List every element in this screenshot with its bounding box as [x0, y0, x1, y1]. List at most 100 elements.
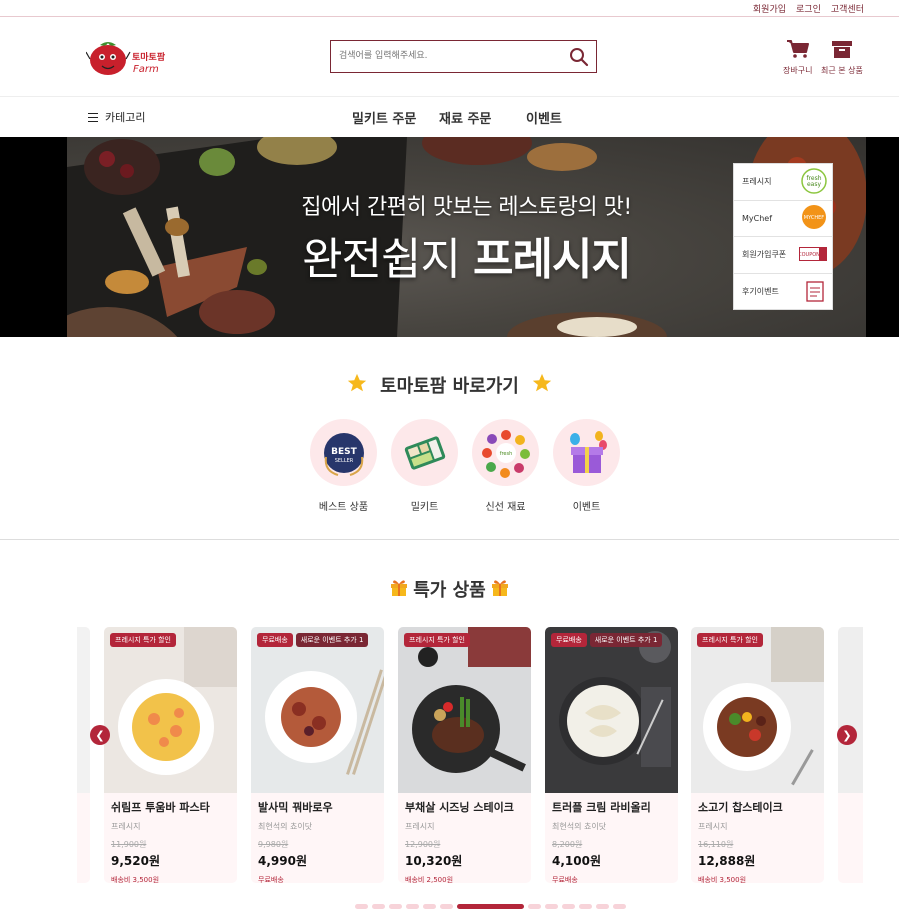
quick-signup-coupon-label: 회원가입쿠폰	[742, 250, 787, 260]
shortcuts-title-text: 토마토팜 바로가기	[380, 376, 519, 397]
coupon-icon: COUPON	[798, 246, 827, 263]
nav-event[interactable]: 이벤트	[526, 108, 562, 127]
shortcut-best[interactable]: BEST SELLER 베스트 상품	[310, 419, 377, 513]
shipping-info: 무료배송	[552, 876, 578, 883]
special-title-text: 특가 상품	[413, 580, 486, 601]
badges: 무료배송 새로운 이벤트 추가 1	[551, 633, 663, 647]
box-icon	[831, 39, 853, 63]
quick-signup-coupon[interactable]: 회원가입쿠폰 COUPON	[734, 237, 832, 274]
pagination-dot[interactable]	[372, 904, 385, 909]
product-image	[838, 627, 863, 793]
product-image: 프레시지 특가 할인	[691, 627, 824, 793]
shortcut-mealkit-label: 밀키트	[410, 502, 439, 513]
customer-center-link[interactable]: 고객센터	[831, 2, 864, 15]
product-card-partial-right[interactable]	[838, 627, 863, 883]
badge: 새로운 이벤트 추가 1	[589, 633, 663, 647]
badges: 무료배송 새로운 이벤트 추가 1	[257, 633, 369, 647]
svg-text:MYCHEF: MYCHEF	[804, 215, 825, 221]
product-name: 부채살 시즈닝 스테이크	[405, 801, 514, 814]
special-title: 특가 상품	[0, 576, 899, 602]
carousel-next-button[interactable]: ❯	[837, 725, 857, 745]
product-image	[77, 627, 90, 793]
product-brand: 최현석의 쵸이닷	[258, 822, 313, 831]
recent-items-label: 최근 본 상품	[821, 66, 863, 75]
signup-link[interactable]: 회원가입	[753, 2, 786, 15]
shortcut-event[interactable]: 이벤트	[553, 419, 620, 513]
product-info: 소고기 찹스테이크 프레시지 16,110원 12,888원 배송비 3,500…	[698, 799, 820, 883]
product-card-partial-left[interactable]	[77, 627, 90, 883]
badge: 프레시지 특가 할인	[697, 633, 763, 647]
sale-price: 4,100원	[552, 854, 601, 868]
cart-button[interactable]: 장바구니	[783, 39, 812, 76]
mealkit-box-icon	[391, 419, 458, 486]
svg-text:Farm: Farm	[133, 64, 159, 75]
pagination-dot[interactable]	[545, 904, 558, 909]
original-price: 16,110원	[698, 840, 734, 849]
hamburger-icon	[88, 112, 98, 122]
nav-mealkit-order[interactable]: 밀키트 주문	[352, 108, 416, 127]
shortcut-fresh[interactable]: fresh 신선 재료	[472, 419, 539, 513]
original-price: 9,980원	[258, 840, 289, 849]
best-seller-icon: BEST SELLER	[310, 419, 377, 486]
product-card[interactable]: 프레시지 특가 할인 소고기 찹스테이크 프레시지 16,110원 12,888…	[691, 627, 824, 883]
header: 토마토팜 Farm 장바구니 최근 본 상품	[0, 17, 899, 97]
product-card[interactable]: 프레시지 특가 할인 부채살 시즈닝 스테이크 프레시지 12,900원 10,…	[398, 627, 531, 883]
search-icon[interactable]	[569, 47, 589, 67]
product-card[interactable]: 무료배송 새로운 이벤트 추가 1 발사믹 꿔바로우 최현석의 쵸이닷 9,98…	[251, 627, 384, 883]
search-box	[330, 40, 597, 73]
gift-icon	[389, 577, 409, 601]
quick-menu: 프레시지 fresh easy MyChef MYCHEF 회원가입쿠폰 COUP…	[733, 163, 833, 310]
carousel-prev-button[interactable]: ❮	[90, 725, 110, 745]
pagination-dot[interactable]	[613, 904, 626, 909]
product-image: 무료배송 새로운 이벤트 추가 1	[251, 627, 384, 793]
quick-review-event-label: 후기이벤트	[742, 287, 779, 297]
sale-price: 10,320원	[405, 854, 463, 868]
quick-review-event[interactable]: 후기이벤트	[734, 274, 832, 311]
svg-text:SELLER: SELLER	[334, 458, 353, 464]
nav-ingredient-order[interactable]: 재료 주문	[439, 108, 491, 127]
product-brand: 프레시지	[405, 822, 435, 831]
product-image: 프레시지 특가 할인	[398, 627, 531, 793]
badge: 프레시지 특가 할인	[404, 633, 470, 647]
special-products-carousel[interactable]: 프레시지 특가 할인 쉬림프 투움바 파스타 프레시지 11,900원 9,52…	[77, 627, 863, 883]
badges: 프레시지 특가 할인	[110, 633, 176, 647]
search-input[interactable]	[331, 41, 563, 71]
login-link[interactable]: 로그인	[796, 2, 821, 15]
recent-items-button[interactable]: 최근 본 상품	[821, 39, 863, 76]
pagination-dot[interactable]	[355, 904, 368, 909]
tomato-farm-logo[interactable]: 토마토팜 Farm	[85, 35, 176, 79]
svg-text:COUPON: COUPON	[799, 252, 820, 258]
pagination-dot[interactable]	[596, 904, 609, 909]
shortcut-mealkit[interactable]: 밀키트	[391, 419, 458, 513]
product-brand: 프레시지	[698, 822, 728, 831]
category-menu-button[interactable]: 카테고리	[88, 109, 145, 125]
shortcut-fresh-label: 신선 재료	[485, 502, 526, 513]
product-info: 쉬림프 투움바 파스타 프레시지 11,900원 9,520원 배송비 3,50…	[111, 799, 233, 883]
svg-text:토마토팜: 토마토팜	[132, 51, 166, 63]
utility-bar: 회원가입 로그인 고객센터	[0, 0, 899, 17]
pagination-dot[interactable]	[389, 904, 402, 909]
pagination-dot[interactable]	[579, 904, 592, 909]
cart-icon	[786, 39, 810, 63]
quick-fresheasy[interactable]: 프레시지 fresh easy	[734, 164, 832, 201]
main-nav: 카테고리 밀키트 주문 재료 주문 이벤트	[0, 97, 899, 137]
pagination-dot[interactable]	[528, 904, 541, 909]
quick-mychef[interactable]: MyChef MYCHEF	[734, 201, 832, 237]
gift-icon	[490, 577, 510, 601]
pagination-dot[interactable]	[440, 904, 453, 909]
shortcut-list: BEST SELLER 베스트 상품 밀키트 fresh 신선 재료 이벤트	[310, 419, 620, 513]
product-image: 무료배송 새로운 이벤트 추가 1	[545, 627, 678, 793]
product-card[interactable]: 프레시지 특가 할인 쉬림프 투움바 파스타 프레시지 11,900원 9,52…	[104, 627, 237, 883]
pagination-dot[interactable]	[406, 904, 419, 909]
pagination-dot[interactable]	[562, 904, 575, 909]
pagination-dot[interactable]	[423, 904, 436, 909]
fresh-food-icon: fresh	[472, 419, 539, 486]
product-info: 발사믹 꿔바로우 최현석의 쵸이닷 9,980원 4,990원 무료배송	[258, 799, 380, 883]
pagination-dot[interactable]	[457, 904, 524, 909]
carousel-pagination	[355, 904, 626, 909]
original-price: 12,900원	[405, 840, 441, 849]
star-icon	[531, 372, 553, 398]
fresheasy-logo-icon: fresh easy	[801, 168, 827, 196]
review-note-icon	[803, 279, 827, 305]
product-card[interactable]: 무료배송 새로운 이벤트 추가 1 트러플 크림 라비올리 최현석의 쵸이닷 8…	[545, 627, 678, 883]
